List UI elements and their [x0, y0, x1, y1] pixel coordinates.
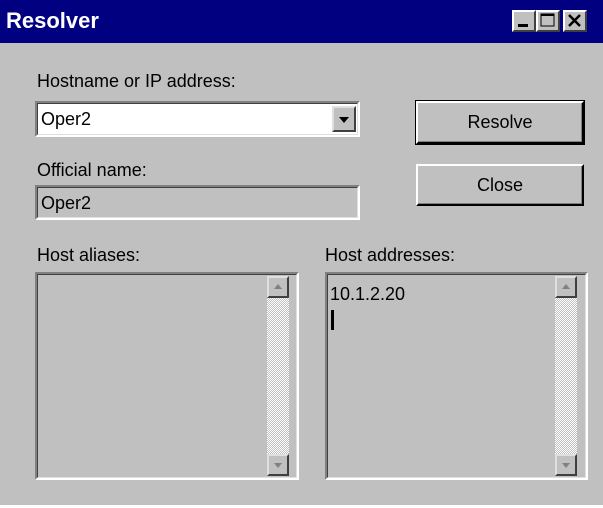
host-addresses-label: Host addresses: [325, 245, 456, 265]
host-addresses-scrollbar[interactable] [555, 276, 577, 476]
window-title: Resolver [6, 8, 99, 33]
close-window-button[interactable] [563, 10, 587, 32]
title-bar[interactable]: Resolver [0, 0, 603, 43]
close-icon [568, 14, 581, 27]
resolve-button[interactable]: Resolve [415, 100, 585, 145]
hostname-label: Hostname or IP address: [37, 71, 236, 91]
hostname-dropdown-button[interactable] [332, 106, 356, 132]
hostname-combobox[interactable]: Oper2 [35, 101, 360, 137]
host-aliases-border [37, 274, 297, 478]
close-button[interactable]: Close [416, 164, 584, 206]
close-button-label: Close [476, 174, 524, 195]
text-caret [331, 310, 334, 330]
arrow-down-icon [274, 463, 282, 468]
maximize-button[interactable] [536, 10, 560, 32]
arrow-up-icon [562, 284, 570, 289]
chevron-down-icon [339, 117, 349, 123]
minimize-button[interactable] [512, 10, 536, 32]
resolver-window: Resolver Hostname or IP address: Oper2 O… [0, 0, 603, 505]
official-name-field: Oper2 [35, 185, 360, 220]
resolve-button-label: Resolve [467, 112, 533, 132]
host-aliases-list[interactable] [35, 272, 299, 480]
hostname-input[interactable]: Oper2 [41, 109, 91, 129]
list-item[interactable]: 10.1.2.20 [330, 284, 405, 304]
host-aliases-scrollbar[interactable] [267, 276, 289, 476]
arrow-down-icon [562, 463, 570, 468]
official-name-label: Official name: [37, 160, 147, 180]
aliases-scroll-up-button[interactable] [267, 276, 289, 298]
official-name-value: Oper2 [41, 193, 92, 213]
host-addresses-list[interactable]: 10.1.2.20 [325, 272, 588, 480]
minimize-icon [518, 24, 528, 27]
maximize-icon [540, 13, 555, 27]
addresses-scroll-up-button[interactable] [555, 276, 577, 298]
host-addresses-border [327, 274, 586, 478]
addresses-scroll-down-button[interactable] [555, 454, 577, 476]
arrow-up-icon [274, 284, 282, 289]
host-aliases-label: Host aliases: [37, 245, 141, 265]
aliases-scroll-down-button[interactable] [267, 454, 289, 476]
